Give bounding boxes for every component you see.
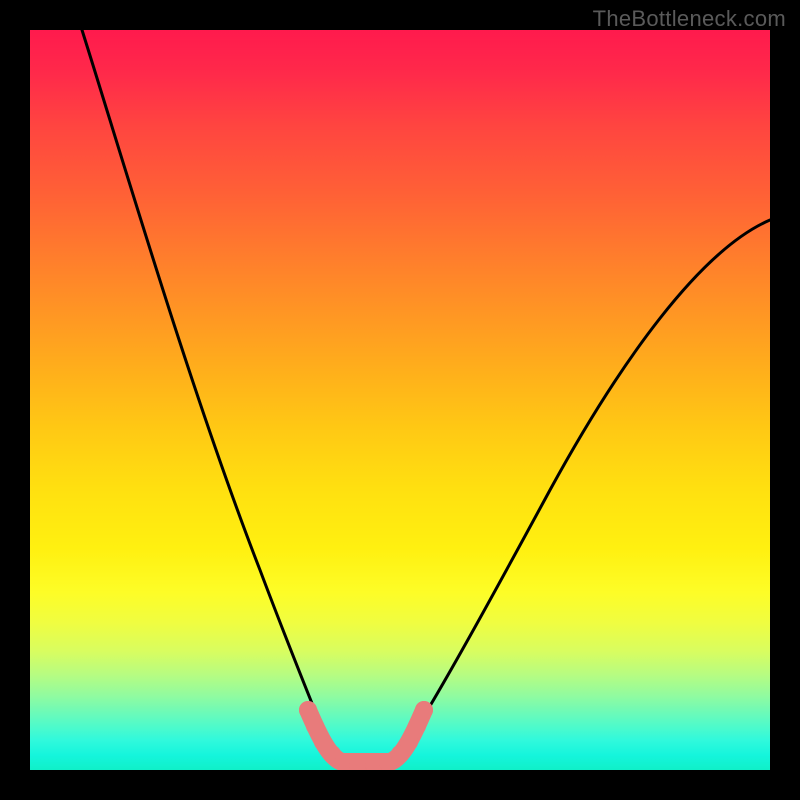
watermark-text: TheBottleneck.com: [593, 6, 786, 32]
curve-left: [82, 30, 332, 754]
chart-curves-svg: [30, 30, 770, 770]
curve-right: [400, 220, 770, 754]
chart-plot-area: [30, 30, 770, 770]
